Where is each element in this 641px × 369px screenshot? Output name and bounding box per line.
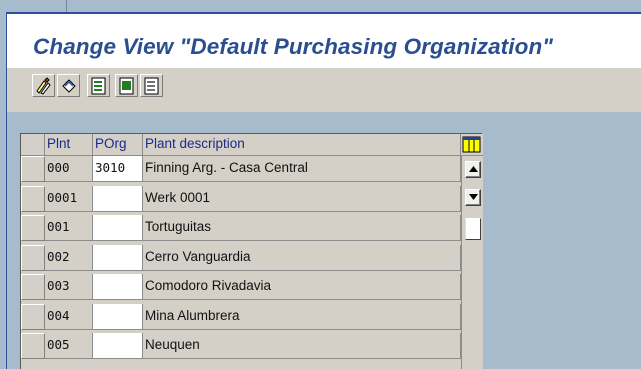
content-area: Plnt POrg Plant description 000 3010 Finni… (6, 112, 641, 369)
scroll-thumb[interactable] (465, 218, 481, 240)
plant-cell: 002 (45, 244, 93, 271)
table-settings-button[interactable] (461, 134, 483, 156)
vertical-scrollbar[interactable] (461, 156, 483, 369)
row-selector[interactable] (21, 274, 45, 300)
application-toolbar (6, 68, 641, 112)
page-title: Change View "Default Purchasing Organiza… (33, 34, 554, 59)
title-bar: Change View "Default Purchasing Organiza… (6, 12, 641, 68)
plant-description-cell: Cerro Vanguardia (143, 244, 461, 271)
plant-cell: 000 (45, 156, 93, 182)
row-selector[interactable] (21, 244, 45, 271)
top-strip (0, 0, 641, 12)
plant-description-cell: Finning Arg. - Casa Central (143, 156, 461, 182)
select-all-button[interactable] (87, 74, 110, 97)
column-header-plnt[interactable]: Plnt (45, 134, 93, 156)
purchasing-org-input[interactable] (93, 333, 143, 359)
row-selector[interactable] (21, 215, 45, 241)
select-all-rows-button[interactable] (21, 134, 45, 156)
plant-description-cell: Werk 0001 (143, 185, 461, 212)
purchasing-org-input[interactable] (93, 244, 143, 271)
row-selector[interactable] (21, 303, 45, 330)
column-header-porg[interactable]: POrg (93, 134, 143, 156)
plant-cell: 003 (45, 274, 93, 300)
select-block-button[interactable] (115, 74, 138, 97)
row-selector[interactable] (21, 156, 45, 182)
undo-button[interactable] (57, 74, 80, 97)
plant-cell: 004 (45, 303, 93, 330)
plant-description-cell: Comodoro Rivadavia (143, 274, 461, 300)
scroll-up-button[interactable] (465, 161, 481, 178)
plant-cell: 005 (45, 333, 93, 359)
deselect-all-button[interactable] (140, 74, 163, 97)
purchasing-org-input[interactable] (93, 215, 143, 241)
plant-description-cell: Neuquen (143, 333, 461, 359)
purchasing-org-input[interactable]: 3010 (93, 156, 143, 182)
plant-description-cell: Mina Alumbrera (143, 303, 461, 330)
divider (66, 0, 67, 12)
table-control: Plnt POrg Plant description 000 3010 Finni… (20, 133, 483, 369)
column-header-plant-description[interactable]: Plant description (143, 134, 461, 156)
plant-cell: 001 (45, 215, 93, 241)
purchasing-org-input[interactable] (93, 303, 143, 330)
row-selector[interactable] (21, 333, 45, 359)
plant-cell: 0001 (45, 185, 93, 212)
purchasing-org-input[interactable] (93, 185, 143, 212)
plant-description-cell: Tortuguitas (143, 215, 461, 241)
purchasing-org-input[interactable] (93, 274, 143, 300)
row-selector[interactable] (21, 185, 45, 212)
scroll-down-button[interactable] (465, 189, 481, 206)
display-change-button[interactable] (32, 74, 55, 97)
